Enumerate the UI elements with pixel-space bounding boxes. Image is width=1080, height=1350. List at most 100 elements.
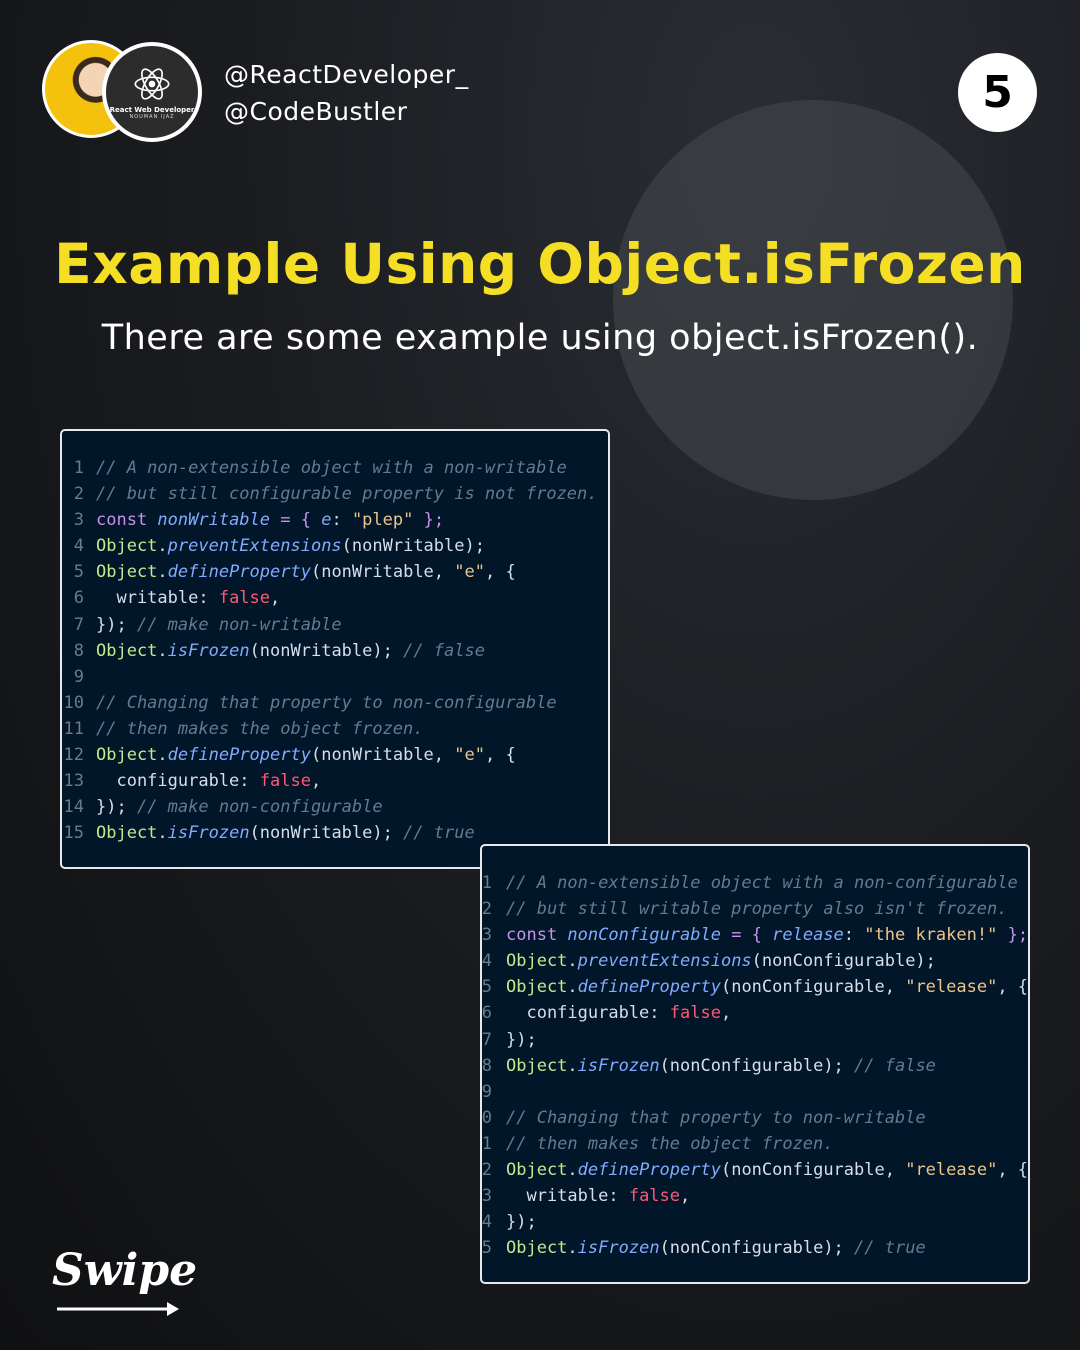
code-text: }); // make non-configurable (96, 794, 383, 820)
swipe-label: Swipe (52, 1245, 198, 1296)
code-text: }); // make non-writable (96, 612, 342, 638)
line-number: 12 (63, 745, 84, 766)
code-text: configurable: false, (96, 768, 321, 794)
arrow-right-icon (57, 1302, 179, 1316)
code-token: Object (96, 823, 158, 844)
code-token: "release" (905, 977, 998, 998)
code-text: Object.preventExtensions(nonConfigurable… (506, 948, 936, 974)
logo-subtitle: NOUMAN IJAZ (129, 114, 175, 120)
code-token: "the kraken!" (864, 925, 998, 946)
logo-title: React Web Developer (109, 106, 195, 114)
code-token: nonWritable (157, 510, 271, 531)
code-token: // false (854, 1055, 936, 1076)
handle-react-developer: @ReactDeveloper_ (224, 60, 469, 89)
code-token: }; (997, 925, 1029, 946)
line-number: 13 (63, 771, 84, 792)
code-token: Object (506, 1055, 568, 1076)
code-token: nonConfigurable (567, 925, 721, 946)
code-line: 8 Object.isFrozen(nonConfigurable); // fa… (482, 1053, 1028, 1079)
code-line: 7}); // make non-writable (62, 612, 608, 638)
code-token: . (157, 745, 168, 766)
code-token: Object (96, 745, 158, 766)
background-circle (613, 100, 1013, 500)
code-token: : (843, 925, 865, 946)
code-token: e (321, 510, 332, 531)
line-number: 3 (73, 510, 84, 531)
code-token: defineProperty (167, 562, 311, 583)
code-token: , { (484, 745, 516, 766)
code-text: // Changing that property to non-writabl… (506, 1105, 926, 1131)
code-text: writable: false, (96, 585, 280, 611)
code-token: , (270, 588, 281, 609)
page-number-badge: 5 (958, 53, 1037, 132)
code-line: 13 writable: false, (482, 1183, 1028, 1209)
code-line: 7}); (482, 1027, 1028, 1053)
code-token: // then makes the object frozen. (506, 1133, 834, 1154)
code-token: isFrozen (167, 640, 250, 661)
code-token: // A non-extensible object with a non-wr… (96, 458, 567, 478)
code-token: false (669, 1003, 721, 1024)
code-token: }); (506, 1029, 537, 1050)
code-text: Object.isFrozen(nonConfigurable); // fal… (506, 1053, 936, 1079)
code-token: , { (484, 562, 516, 583)
code-token: , (310, 771, 322, 792)
code-token: Object (96, 562, 158, 583)
code-token: defineProperty (577, 977, 721, 998)
code-line: 11 // then makes the object frozen. (62, 716, 608, 742)
code-line: 6 writable: false, (62, 585, 608, 611)
code-line: 2 // but still configurable property is n… (62, 481, 608, 507)
code-token: defineProperty (167, 745, 311, 766)
line-number: 4 (482, 951, 492, 972)
code-line: 15 Object.isFrozen(nonWritable); // true (62, 820, 608, 846)
code-token: writable: (96, 588, 219, 609)
line-number: 6 (73, 588, 84, 609)
code-token: // true (854, 1238, 926, 1259)
code-token: }); (96, 797, 137, 818)
code-token: isFrozen (577, 1055, 660, 1076)
react-atom-icon (134, 68, 170, 100)
code-line: 14}); (482, 1209, 1028, 1235)
line-number: 8 (73, 640, 84, 661)
code-token: // make non-configurable (136, 797, 383, 818)
code-token: // but still configurable property is no… (96, 484, 598, 505)
code-text: const nonWritable = { e: "plep" }; (96, 507, 444, 533)
line-number: 7 (482, 1029, 492, 1050)
author-handles: @ReactDeveloper_ @CodeBustler (224, 56, 469, 130)
code-token: // but still writable property also isn'… (506, 899, 1008, 920)
code-token: // make non-writable (136, 614, 342, 635)
page-subtitle: There are some example using object.isFr… (101, 318, 979, 358)
code-token: Object (506, 1160, 568, 1181)
code-token: // then makes the object frozen. (96, 718, 424, 739)
code-text: Object.defineProperty(nonConfigurable, "… (506, 1157, 1028, 1183)
code-text: // A non-extensible object with a non-wr… (96, 455, 567, 481)
code-text: Object.isFrozen(nonConfigurable); // tru… (506, 1235, 926, 1261)
code-text: }); (506, 1209, 537, 1235)
line-number: 1 (73, 458, 84, 478)
code-text: writable: false, (506, 1183, 690, 1209)
code-token: (nonWritable); (249, 640, 404, 661)
code-line: 1 // A non-extensible object with a non-w… (62, 455, 608, 481)
line-number: 2 (73, 484, 84, 505)
code-token: Object (506, 1238, 568, 1259)
profile-avatars: React Web Developer NOUMAN IJAZ (42, 40, 212, 145)
code-token: }); (506, 1212, 537, 1233)
line-number: 14 (482, 1212, 492, 1233)
code-token: // Changing that property to non-configu… (96, 692, 557, 713)
code-token: Object (506, 977, 568, 998)
line-number: 14 (63, 797, 84, 818)
code-token: . (567, 951, 578, 972)
code-token: (nonConfigurable); (659, 1238, 855, 1259)
code-token: }; (413, 510, 445, 531)
line-number: 12 (482, 1160, 492, 1181)
code-token: configurable: (96, 771, 260, 792)
code-token: (nonWritable, (310, 562, 455, 583)
code-line: 5 Object.defineProperty(nonWritable, "e",… (62, 559, 608, 585)
code-token: Object (506, 951, 568, 972)
line-number: 4 (73, 536, 84, 557)
code-token: . (567, 977, 578, 998)
code-line: 3 const nonConfigurable = { release: "the… (482, 922, 1028, 948)
code-token: . (567, 1055, 578, 1076)
code-text: configurable: false, (506, 1000, 731, 1026)
code-token: // A non-extensible object with a non-co… (506, 873, 1018, 893)
code-token: // Changing that property to non-writabl… (506, 1107, 926, 1128)
